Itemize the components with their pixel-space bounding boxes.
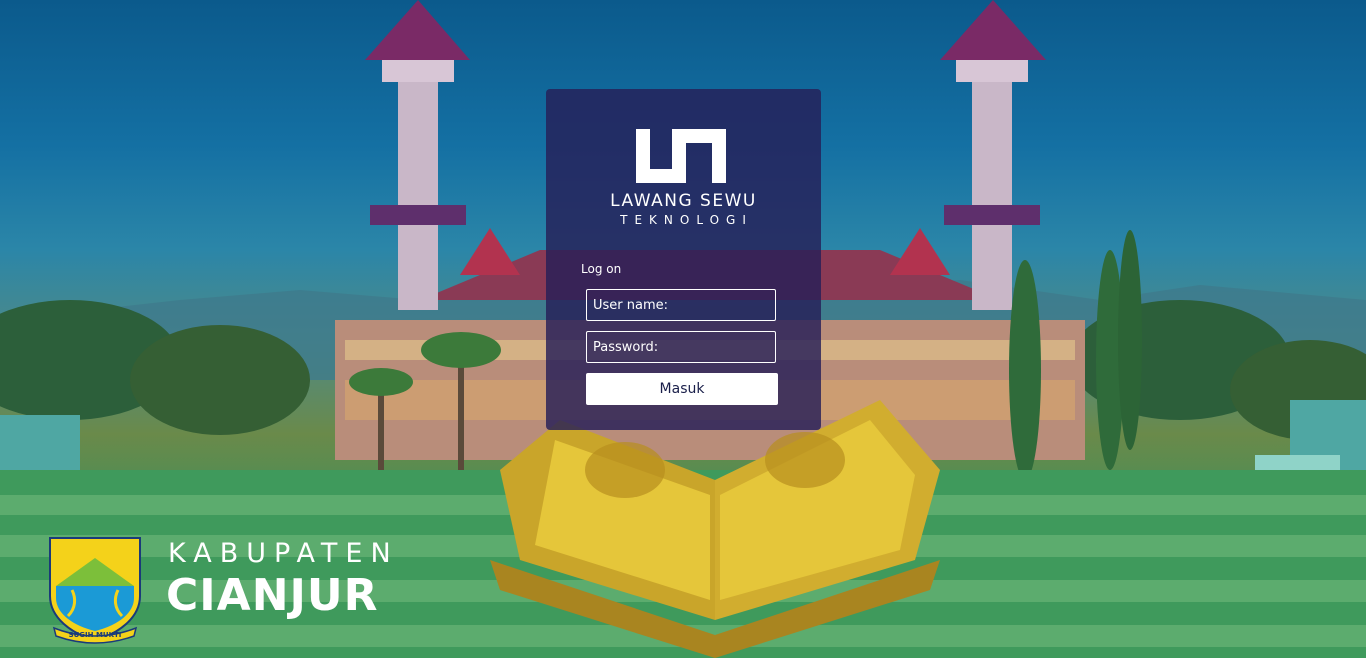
password-input[interactable]: [586, 331, 776, 363]
logon-title: Log on: [581, 262, 622, 276]
region-label: KABUPATEN: [168, 538, 399, 569]
lawang-sewu-logo-icon: [636, 129, 726, 183]
username-input[interactable]: [586, 289, 776, 321]
emblem-motto: SUGIH MUKTI: [69, 631, 122, 639]
login-panel: LAWANG SEWU TEKNOLOGI Log on Masuk: [546, 89, 821, 430]
region-name: CIANJUR: [166, 570, 379, 621]
masuk-button[interactable]: Masuk: [586, 373, 778, 405]
login-page: LAWANG SEWU TEKNOLOGI Log on Masuk SUGIH…: [0, 0, 1366, 658]
cianjur-emblem-icon: SUGIH MUKTI: [49, 537, 141, 644]
brand-subtitle: TEKNOLOGI: [620, 213, 753, 227]
brand-name: LAWANG SEWU: [610, 191, 757, 211]
